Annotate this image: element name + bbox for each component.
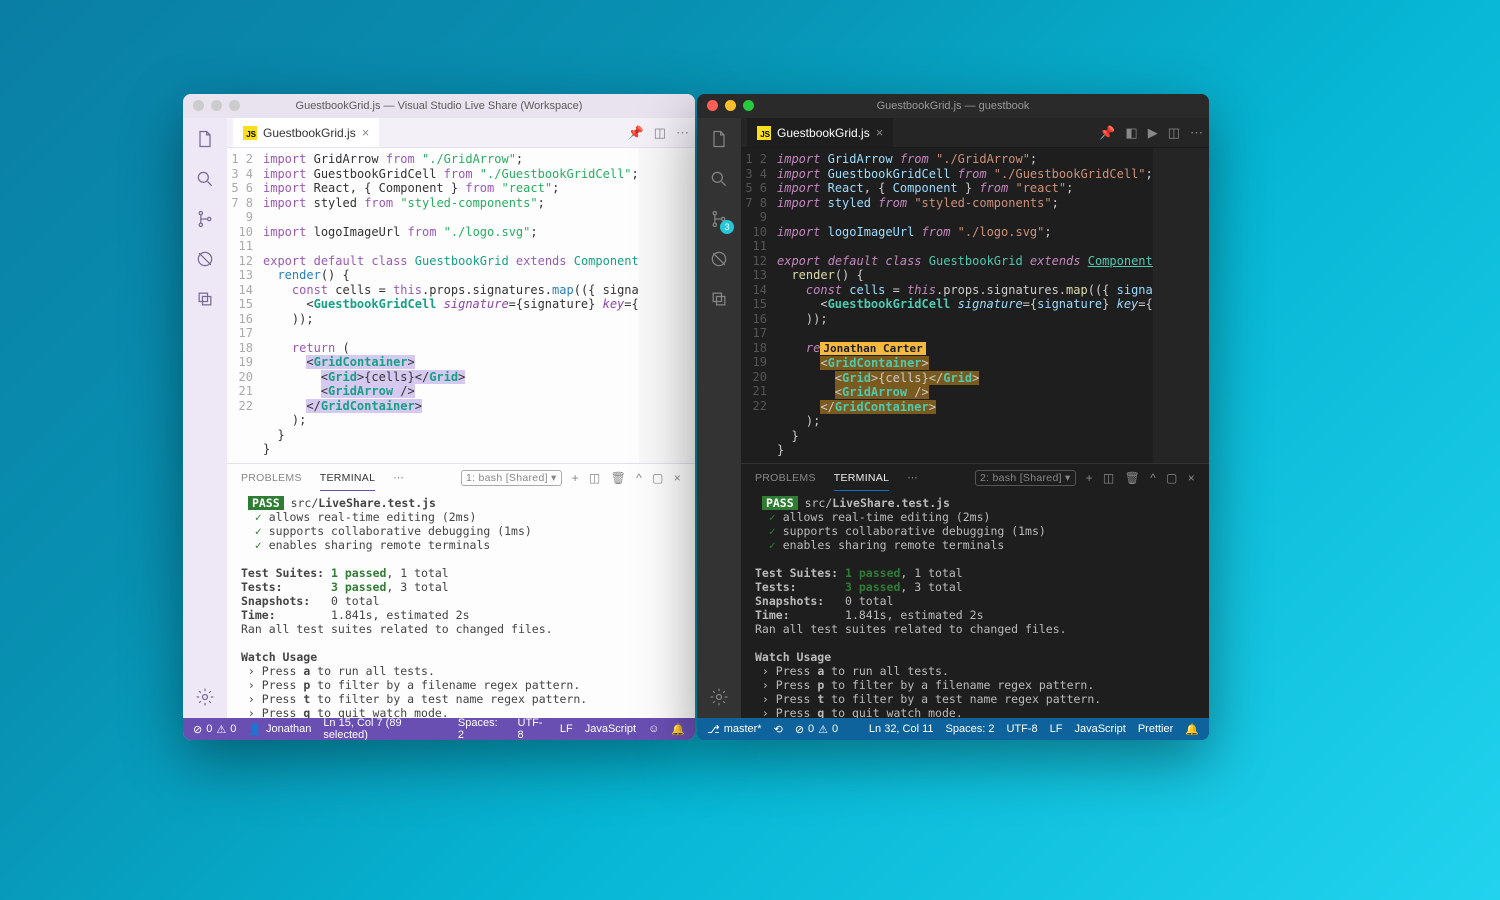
activity-bar: 3: [697, 118, 741, 718]
code-content: import GridArrow from "./GridArrow"; imp…: [263, 148, 639, 463]
title-bar: GuestbookGrid.js — Visual Studio Live Sh…: [183, 94, 695, 118]
trash-icon[interactable]: 🗑: [1125, 471, 1141, 485]
line-numbers: 1 2 3 4 5 6 7 8 9 10 11 12 13 14 15 16 1…: [227, 148, 263, 463]
status-spaces[interactable]: Spaces: 2: [946, 723, 995, 735]
more-icon[interactable]: ⋯: [907, 472, 918, 484]
status-errors[interactable]: ⊘ 0 ⚠ 0: [795, 723, 838, 736]
terminal-output[interactable]: PASS src/LiveShare.test.js ✓ allows real…: [227, 492, 695, 718]
window-title: GuestbookGrid.js — Visual Studio Live Sh…: [296, 100, 583, 112]
line-numbers: 1 2 3 4 5 6 7 8 9 10 11 12 13 14 15 16 1…: [741, 148, 777, 463]
tab-problems[interactable]: PROBLEMS: [241, 466, 302, 490]
split-icon[interactable]: ◫: [589, 471, 601, 485]
window-controls[interactable]: [707, 100, 754, 111]
explorer-icon[interactable]: [194, 128, 216, 150]
tab-terminal[interactable]: TERMINAL: [320, 466, 376, 491]
status-branch[interactable]: ⎇ master*: [707, 723, 762, 736]
plus-icon[interactable]: +: [572, 471, 579, 485]
close-icon[interactable]: ×: [1188, 471, 1195, 485]
status-bar: ⎇ master* ⟲ ⊘ 0 ⚠ 0 Ln 32, Col 11 Spaces…: [697, 718, 1209, 740]
split-icon[interactable]: ◫: [1168, 125, 1180, 141]
more-icon[interactable]: ⋯: [676, 125, 689, 141]
minimap[interactable]: [1153, 148, 1209, 463]
explorer-icon[interactable]: [708, 128, 730, 150]
debug-icon[interactable]: [708, 248, 730, 270]
chevron-up-icon[interactable]: ^: [636, 471, 642, 485]
sync-icon[interactable]: ⟲: [774, 723, 783, 736]
tab-label: GuestbookGrid.js: [263, 126, 356, 140]
activity-bar: [183, 118, 227, 718]
status-cursor[interactable]: Ln 32, Col 11: [869, 723, 934, 735]
pin-icon[interactable]: 📌: [628, 125, 644, 141]
code-editor[interactable]: 1 2 3 4 5 6 7 8 9 10 11 12 13 14 15 16 1…: [741, 148, 1153, 463]
close-icon[interactable]: ×: [362, 125, 370, 140]
terminal-output[interactable]: PASS src/LiveShare.test.js ✓ allows real…: [741, 492, 1209, 718]
tab-bar: JS GuestbookGrid.js × 📌 ◧ ▶ ◫ ⋯: [741, 118, 1209, 148]
status-errors[interactable]: ⊘ 0 ⚠ 0: [193, 723, 236, 736]
status-cursor[interactable]: Ln 15, Col 7 (89 selected): [323, 717, 446, 740]
status-user[interactable]: 👤 Jonathan: [248, 723, 311, 736]
status-spaces[interactable]: Spaces: 2: [458, 717, 506, 740]
minimap[interactable]: [639, 148, 695, 463]
status-language[interactable]: JavaScript: [585, 723, 636, 735]
status-encoding[interactable]: UTF-8: [1006, 723, 1037, 735]
js-icon: JS: [243, 126, 257, 140]
trash-icon[interactable]: 🗑: [611, 471, 627, 485]
bell-icon[interactable]: 🔔: [1185, 723, 1199, 736]
tab-label: GuestbookGrid.js: [777, 126, 870, 140]
search-icon[interactable]: [194, 168, 216, 190]
editor-tab[interactable]: JS GuestbookGrid.js ×: [233, 118, 379, 147]
feedback-icon[interactable]: ☺: [648, 723, 659, 735]
status-encoding[interactable]: UTF-8: [518, 717, 548, 740]
tab-terminal[interactable]: TERMINAL: [834, 466, 890, 491]
js-icon: JS: [757, 126, 771, 140]
window-title: GuestbookGrid.js — guestbook: [877, 100, 1030, 112]
pin-icon[interactable]: 📌: [1099, 125, 1115, 141]
remote-cursor-label: Jonathan Carter: [820, 342, 925, 355]
maximize-icon[interactable]: ▢: [652, 471, 664, 485]
status-eol[interactable]: LF: [560, 723, 573, 735]
split-icon[interactable]: ◫: [1103, 471, 1115, 485]
search-icon[interactable]: [708, 168, 730, 190]
scm-badge: 3: [720, 220, 734, 234]
window-controls[interactable]: [193, 100, 240, 111]
more-icon[interactable]: ⋯: [393, 472, 404, 484]
plus-icon[interactable]: +: [1086, 471, 1093, 485]
panel: PROBLEMS TERMINAL ⋯ 2: bash [Shared] ▾ +…: [741, 463, 1209, 718]
debug-icon[interactable]: [194, 248, 216, 270]
close-icon[interactable]: ×: [674, 471, 681, 485]
split-icon[interactable]: ◫: [654, 125, 666, 141]
close-icon[interactable]: ×: [876, 125, 884, 140]
gear-icon[interactable]: [708, 686, 730, 708]
terminal-selector[interactable]: 1: bash [Shared] ▾: [461, 470, 562, 486]
gear-icon[interactable]: [194, 686, 216, 708]
code-editor[interactable]: 1 2 3 4 5 6 7 8 9 10 11 12 13 14 15 16 1…: [227, 148, 639, 463]
tab-bar: JS GuestbookGrid.js × 📌 ◫ ⋯: [227, 118, 695, 148]
editor-tab[interactable]: JS GuestbookGrid.js ×: [747, 118, 893, 147]
code-content: import GridArrow from "./GridArrow"; imp…: [777, 148, 1153, 463]
liveshare-action-icon[interactable]: ◧: [1125, 125, 1137, 141]
title-bar: GuestbookGrid.js — guestbook: [697, 94, 1209, 118]
more-icon[interactable]: ⋯: [1190, 125, 1203, 141]
source-control-icon[interactable]: [194, 208, 216, 230]
status-eol[interactable]: LF: [1050, 723, 1063, 735]
status-bar: ⊘ 0 ⚠ 0 👤 Jonathan Ln 15, Col 7 (89 sele…: [183, 718, 695, 740]
run-icon[interactable]: ▶: [1148, 125, 1158, 141]
maximize-icon[interactable]: ▢: [1166, 471, 1178, 485]
liveshare-icon[interactable]: [708, 288, 730, 310]
chevron-up-icon[interactable]: ^: [1150, 471, 1156, 485]
liveshare-icon[interactable]: [194, 288, 216, 310]
bell-icon[interactable]: 🔔: [671, 723, 685, 736]
status-formatter[interactable]: Prettier: [1138, 723, 1173, 735]
tab-problems[interactable]: PROBLEMS: [755, 466, 816, 490]
terminal-selector[interactable]: 2: bash [Shared] ▾: [975, 470, 1076, 486]
panel: PROBLEMS TERMINAL ⋯ 1: bash [Shared] ▾ +…: [227, 463, 695, 718]
status-language[interactable]: JavaScript: [1074, 723, 1125, 735]
source-control-icon[interactable]: 3: [708, 208, 730, 230]
